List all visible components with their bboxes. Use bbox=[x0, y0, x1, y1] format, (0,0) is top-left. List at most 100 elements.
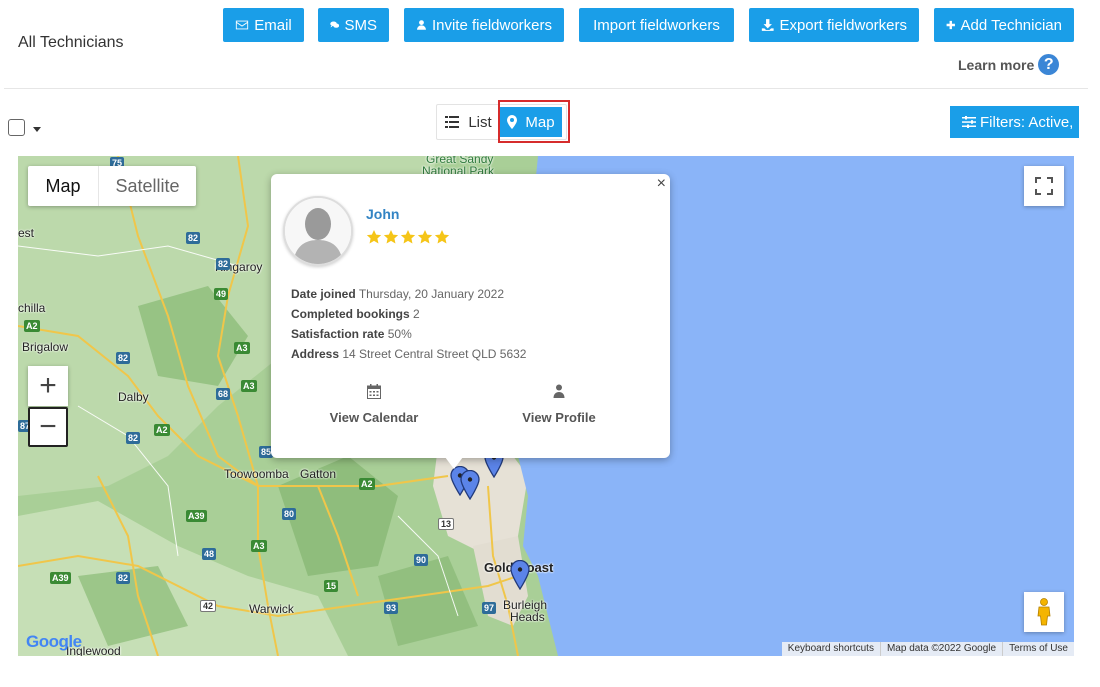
road-shield: 82 bbox=[186, 232, 201, 244]
header-divider bbox=[4, 88, 1088, 89]
user-icon bbox=[553, 384, 565, 398]
road-shield: A2 bbox=[154, 424, 170, 436]
road-shield: 82 bbox=[116, 572, 131, 584]
satisfaction-rate-value: 50% bbox=[387, 327, 412, 341]
place-label: Heads bbox=[510, 610, 545, 624]
email-button-label: Email bbox=[254, 16, 292, 34]
place-label: Toowoomba bbox=[224, 467, 289, 481]
add-technician-button[interactable]: Add Technician bbox=[934, 8, 1074, 42]
road-shield: 82 bbox=[216, 258, 231, 270]
technician-marker[interactable] bbox=[460, 470, 480, 500]
help-icon: ? bbox=[1038, 54, 1060, 75]
invite-fieldworkers-button[interactable]: Invite fieldworkers bbox=[404, 8, 564, 42]
road-shield: 15 bbox=[324, 580, 339, 592]
map-view-highlight bbox=[498, 100, 570, 143]
completed-bookings-label: Completed bookings bbox=[291, 307, 410, 321]
download-icon bbox=[761, 19, 774, 31]
road-shield: A3 bbox=[234, 342, 250, 354]
star-icon bbox=[417, 230, 433, 244]
map-type-control: Map Satellite bbox=[28, 166, 196, 206]
select-all-checkbox[interactable] bbox=[8, 119, 25, 136]
place-label: est bbox=[18, 226, 35, 240]
calendar-icon bbox=[367, 384, 381, 399]
avatar bbox=[283, 196, 353, 266]
export-button-label: Export fieldworkers bbox=[779, 16, 907, 34]
caret-down-icon[interactable] bbox=[33, 127, 41, 132]
address-value: 14 Street Central Street QLD 5632 bbox=[342, 347, 527, 361]
learn-more-label: Learn more bbox=[958, 56, 1035, 73]
fullscreen-button[interactable] bbox=[1024, 166, 1064, 206]
view-calendar-button[interactable]: View Calendar bbox=[304, 384, 444, 425]
popup-close-button[interactable]: × bbox=[657, 175, 666, 193]
view-profile-label: View Profile bbox=[522, 410, 596, 425]
place-label: Gatton bbox=[300, 467, 337, 481]
address-label: Address bbox=[291, 347, 340, 361]
map-type-satellite-button[interactable]: Satellite bbox=[98, 166, 196, 206]
completed-bookings-value: 2 bbox=[413, 307, 420, 321]
map-type-map-button[interactable]: Map bbox=[28, 166, 98, 206]
road-shield: 93 bbox=[384, 602, 399, 614]
place-label: Warwick bbox=[249, 602, 294, 616]
email-button[interactable]: Email bbox=[223, 8, 304, 42]
chat-icon bbox=[330, 21, 340, 28]
zoom-out-button[interactable]: − bbox=[28, 407, 68, 447]
place-label: Brigalow bbox=[22, 340, 69, 354]
road-shield: 82 bbox=[126, 432, 141, 444]
star-icon bbox=[434, 230, 450, 244]
view-profile-button[interactable]: View Profile bbox=[489, 384, 629, 425]
fullscreen-icon bbox=[1035, 177, 1053, 195]
pegman-icon bbox=[1037, 598, 1051, 626]
rating-stars bbox=[366, 229, 450, 245]
place-label: Dalby bbox=[118, 390, 149, 404]
date-joined-row: Date joined Thursday, 20 January 2022 bbox=[291, 287, 504, 301]
road-shield: A3 bbox=[251, 540, 267, 552]
list-icon bbox=[445, 116, 460, 128]
filters-button[interactable]: Filters: Active, bbox=[950, 106, 1079, 138]
list-view-label: List bbox=[468, 113, 492, 131]
road-shield: 80 bbox=[282, 508, 297, 520]
export-fieldworkers-button[interactable]: Export fieldworkers bbox=[749, 8, 919, 42]
star-icon bbox=[366, 230, 382, 244]
place-label: chilla bbox=[18, 301, 46, 315]
road-shield: A39 bbox=[50, 572, 71, 584]
technician-marker[interactable] bbox=[510, 560, 530, 590]
technician-name-link[interactable]: John bbox=[366, 206, 399, 222]
road-shield: A2 bbox=[24, 320, 40, 332]
map-data-text: Map data ©2022 Google bbox=[879, 642, 1002, 656]
zoom-in-button[interactable]: + bbox=[28, 366, 68, 406]
page-title: All Technicians bbox=[18, 34, 124, 51]
terms-of-use-link[interactable]: Terms of Use bbox=[1002, 642, 1074, 656]
invite-button-label: Invite fieldworkers bbox=[431, 16, 552, 34]
street-view-button[interactable] bbox=[1024, 592, 1064, 632]
road-shield: A2 bbox=[359, 478, 375, 490]
satisfaction-rate-label: Satisfaction rate bbox=[291, 327, 385, 341]
road-shield: A3 bbox=[241, 380, 257, 392]
date-joined-label: Date joined bbox=[291, 287, 356, 301]
star-icon bbox=[383, 230, 399, 244]
list-view-button[interactable]: List bbox=[437, 105, 500, 139]
add-technician-label: Add Technician bbox=[960, 16, 1062, 34]
road-shield: 97 bbox=[482, 602, 497, 614]
sms-button-label: SMS bbox=[344, 16, 377, 34]
google-logo-text: Google bbox=[26, 632, 82, 651]
keyboard-shortcuts-link[interactable]: Keyboard shortcuts bbox=[782, 642, 880, 656]
road-shield: A39 bbox=[186, 510, 207, 522]
road-shield: 48 bbox=[202, 548, 217, 560]
star-icon bbox=[400, 230, 416, 244]
road-shield: 42 bbox=[200, 600, 217, 612]
sms-button[interactable]: SMS bbox=[318, 8, 389, 42]
satisfaction-rate-row: Satisfaction rate 50% bbox=[291, 327, 412, 341]
road-shield: 49 bbox=[214, 288, 229, 300]
import-fieldworkers-button[interactable]: Import fieldworkers bbox=[579, 8, 734, 42]
completed-bookings-row: Completed bookings 2 bbox=[291, 307, 420, 321]
date-joined-value: Thursday, 20 January 2022 bbox=[358, 287, 505, 301]
road-shield: 82 bbox=[116, 352, 131, 364]
view-calendar-label: View Calendar bbox=[329, 410, 419, 425]
google-logo: Google bbox=[26, 632, 82, 652]
plus-icon bbox=[946, 20, 955, 30]
technician-info-popup: × John Date joined Thursday, 20 January … bbox=[271, 174, 670, 469]
learn-more-link[interactable]: Learn more ? bbox=[958, 54, 1060, 75]
sliders-icon bbox=[962, 116, 976, 128]
filters-label: Filters: Active, bbox=[980, 113, 1074, 131]
popup-tail bbox=[445, 457, 463, 469]
